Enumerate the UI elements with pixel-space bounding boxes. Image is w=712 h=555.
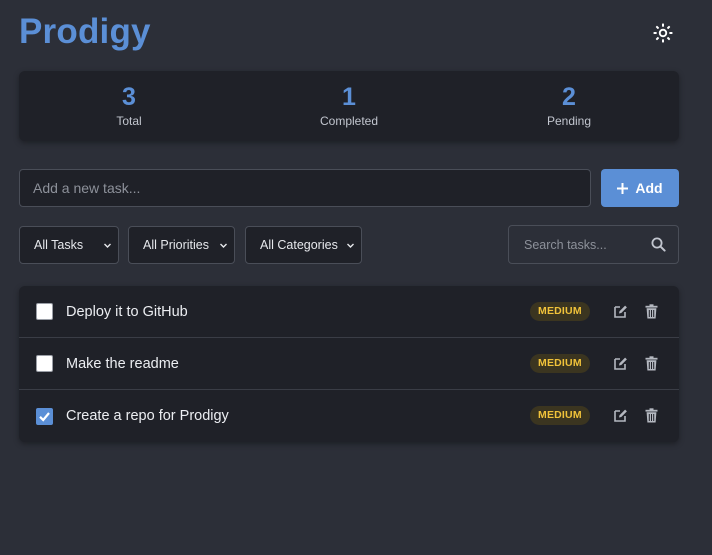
stat-value: 3 [122, 83, 136, 111]
stat-label: Completed [319, 114, 379, 128]
priority-filter-value: All Priorities [143, 238, 209, 252]
category-filter-select[interactable]: All Categories [245, 226, 362, 264]
stat-completed: 1 Completed [239, 71, 459, 141]
edit-icon [613, 305, 627, 318]
search-box [508, 225, 679, 264]
delete-task-button[interactable] [642, 302, 660, 320]
chevron-down-icon [104, 243, 111, 248]
priority-badge: MEDIUM [530, 354, 590, 373]
category-filter-value: All Categories [260, 238, 338, 252]
new-task-input[interactable] [19, 169, 591, 207]
trash-icon [645, 407, 657, 422]
delete-task-button[interactable] [642, 354, 660, 372]
stat-label: Total [116, 114, 142, 128]
edit-task-button[interactable] [611, 354, 629, 372]
chevron-down-icon [347, 243, 354, 248]
task-text: Make the readme [66, 355, 179, 372]
status-filter-value: All Tasks [34, 238, 84, 252]
priority-badge: MEDIUM [530, 406, 590, 425]
edit-icon [613, 409, 627, 422]
priority-filter-select[interactable]: All Priorities [128, 226, 235, 264]
add-button-label: Add [635, 180, 663, 196]
add-task-button[interactable]: Add [601, 169, 679, 207]
search-icon[interactable] [651, 237, 666, 252]
stat-value: 1 [342, 83, 356, 111]
task-item: Make the readme MEDIUM [19, 338, 679, 390]
task-item: Deploy it to GitHub MEDIUM [19, 286, 679, 338]
stat-total: 3 Total [19, 71, 239, 141]
task-list: Deploy it to GitHub MEDIUM Make the read… [19, 286, 679, 442]
task-checkbox[interactable] [36, 407, 53, 425]
checkmark-icon [39, 411, 50, 422]
app-root: Prodigy 3 Total 1 Completed 2 Pending Ad… [0, 0, 712, 555]
task-text: Deploy it to GitHub [66, 303, 188, 320]
task-text: Create a repo for Prodigy [66, 408, 229, 424]
stat-value: 2 [562, 83, 576, 111]
edit-icon [613, 357, 627, 370]
task-item: Create a repo for Prodigy MEDIUM [19, 390, 679, 442]
app-title: Prodigy [19, 12, 151, 51]
chevron-down-icon [220, 243, 227, 248]
theme-toggle-button[interactable] [650, 20, 676, 46]
edit-task-button[interactable] [611, 406, 629, 424]
stats-panel: 3 Total 1 Completed 2 Pending [19, 71, 679, 141]
stat-pending: 2 Pending [459, 71, 679, 141]
edit-task-button[interactable] [611, 302, 629, 320]
trash-icon [645, 355, 657, 370]
delete-task-button[interactable] [642, 406, 660, 424]
priority-badge: MEDIUM [530, 302, 590, 321]
search-input[interactable] [509, 226, 647, 263]
plus-icon [617, 182, 629, 194]
task-checkbox[interactable] [36, 355, 53, 372]
trash-icon [645, 303, 657, 318]
sun-icon [653, 23, 673, 43]
task-checkbox[interactable] [36, 303, 53, 320]
status-filter-select[interactable]: All Tasks [19, 226, 119, 264]
stat-label: Pending [546, 114, 592, 128]
